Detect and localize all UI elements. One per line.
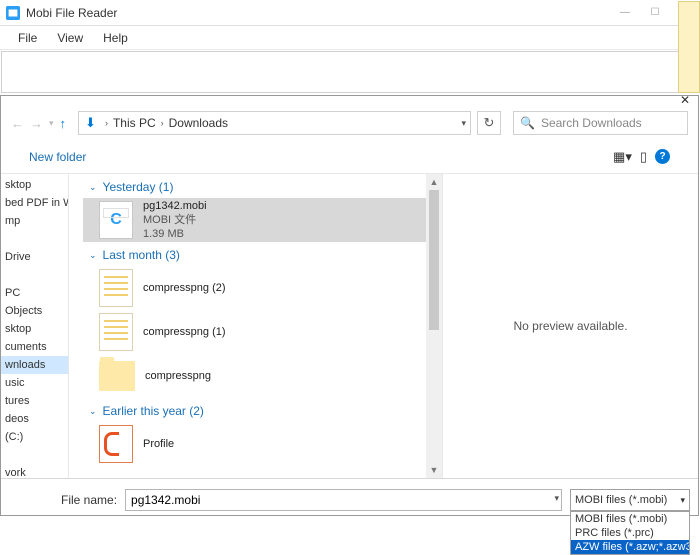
chevron-right-icon: › [105,118,108,128]
chevron-down-icon: ⌄ [89,182,97,193]
filename-input[interactable] [125,489,562,511]
file-item[interactable]: compresspng (1) [83,310,426,354]
sidebar-item[interactable]: vork [1,464,68,478]
sidebar-item[interactable]: deos [1,410,68,428]
sidebar-item[interactable]: sktop [1,320,68,338]
chevron-down-icon: ⌄ [89,406,97,417]
app-icon [6,6,20,20]
file-item[interactable]: compresspng (2) [83,266,426,310]
filetype-option[interactable]: AZW files (*.azw;*.azw3) [571,540,689,554]
filename-label: File name: [61,489,117,511]
file-icon: C [99,201,133,239]
titlebar: Mobi File Reader — ☐ ✕ [0,0,700,26]
dialog-close-button[interactable]: ✕ [680,96,690,106]
maximize-button[interactable]: ☐ [640,3,670,23]
nav-forward-button[interactable]: → [30,116,43,131]
sidebar-item[interactable]: tures [1,392,68,410]
sidebar-item[interactable]: bed PDF in W [1,194,68,212]
scrollbar[interactable]: ▲ ▼ [426,174,442,478]
app-title: Mobi File Reader [26,6,610,20]
empty-content [1,51,699,93]
preview-pane: No preview available. [442,174,698,478]
breadcrumb[interactable]: ⬇ › This PC › Downloads ▾ [78,111,471,135]
preview-pane-button[interactable]: ▯ [640,149,647,165]
scroll-up-button[interactable]: ▲ [426,174,442,190]
group-header[interactable]: ⌄Yesterday (1) [83,174,426,198]
nav-recent-dropdown[interactable]: ▾ [49,118,54,129]
chevron-down-icon[interactable]: ▾ [461,118,466,129]
scroll-thumb[interactable] [429,190,439,330]
sidebar-item[interactable]: cuments [1,338,68,356]
new-folder-button[interactable]: New folder [29,150,86,164]
filetype-option[interactable]: PRC files (*.prc) [571,526,689,540]
folder-icon [99,361,135,391]
chevron-right-icon: › [161,118,164,128]
sidebar[interactable]: sktopbed PDF in WmpDrivePCObjectssktopcu… [1,174,69,478]
breadcrumb-item[interactable]: Downloads [169,116,228,130]
minimize-button[interactable]: — [610,3,640,23]
menu-file[interactable]: File [8,31,47,45]
sidebar-item[interactable] [1,266,68,284]
sidebar-item[interactable]: mp [1,212,68,230]
sidebar-item[interactable] [1,230,68,248]
sidebar-item[interactable]: wnloads [1,356,68,374]
file-icon [99,269,133,307]
view-options-button[interactable]: ▦▾ [613,149,632,165]
sidebar-item[interactable] [1,446,68,464]
preview-message: No preview available. [513,319,627,333]
sidebar-item[interactable]: Drive [1,248,68,266]
nav-back-button[interactable]: ← [11,116,24,131]
group-header[interactable]: ⌄Earlier this year (2) [83,398,426,422]
open-file-dialog: ✕ ← → ▾ ↑ ⬇ › This PC › Downloads ▾ ↻ 🔍 … [0,95,699,516]
file-item[interactable]: Profile [83,422,426,466]
search-placeholder: Search Downloads [541,116,642,130]
sidebar-item[interactable]: PC [1,284,68,302]
file-list[interactable]: ▲ ▼ ⌄Yesterday (1)Cpg1342.mobiMOBI 文件1.3… [69,174,442,478]
chevron-down-icon: ▾ [680,495,685,506]
search-icon: 🔍 [520,116,535,130]
file-item[interactable]: Cpg1342.mobiMOBI 文件1.39 MB [83,198,426,242]
nav-up-button[interactable]: ↑ [60,116,67,131]
sidebar-item[interactable]: sktop [1,176,68,194]
scroll-down-button[interactable]: ▼ [426,462,442,478]
refresh-button[interactable]: ↻ [477,111,501,135]
chevron-down-icon: ⌄ [89,250,97,261]
filetype-selected: MOBI files (*.mobi) [575,494,667,506]
right-panel [678,1,700,93]
filetype-option[interactable]: MOBI files (*.mobi) [571,512,689,526]
breadcrumb-item[interactable]: This PC [113,116,156,130]
downloads-icon: ⬇ [85,115,96,131]
help-button[interactable]: ? [655,149,670,164]
menu-help[interactable]: Help [93,31,138,45]
sidebar-item[interactable]: usic [1,374,68,392]
filetype-select[interactable]: MOBI files (*.mobi) ▾ [570,489,690,511]
menubar: File View Help [0,26,700,50]
search-input[interactable]: 🔍 Search Downloads [513,111,688,135]
file-icon [99,313,133,351]
chevron-down-icon[interactable]: ▾ [554,493,559,504]
menu-view[interactable]: View [47,31,93,45]
group-header[interactable]: ⌄Last month (3) [83,242,426,266]
file-item[interactable]: compresspng [83,354,426,398]
file-icon [99,425,133,463]
sidebar-item[interactable]: Objects [1,302,68,320]
sidebar-item[interactable]: (C:) [1,428,68,446]
